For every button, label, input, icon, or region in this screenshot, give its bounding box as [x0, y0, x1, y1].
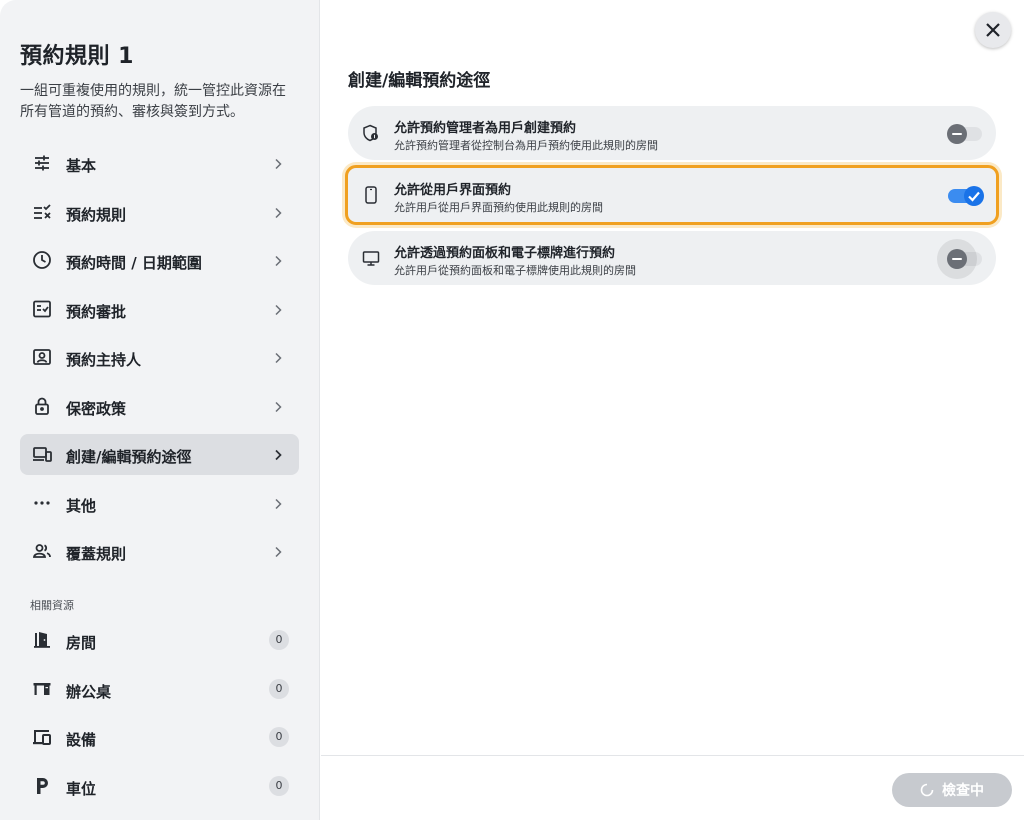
sidebar-item-label: 保密政策 [66, 399, 127, 418]
checklist-icon [32, 202, 52, 222]
count-badge: 0 [269, 630, 289, 650]
option-subtitle: 允許用戶從預約面板和電子標牌使用此規則的房間 [394, 264, 636, 277]
sidebar-item-privacy[interactable]: 保密政策 [20, 386, 299, 427]
sidebar-item-label: 覆蓋規則 [66, 545, 127, 563]
panel-signage-booking-toggle[interactable] [937, 239, 982, 279]
count-badge: 0 [269, 775, 289, 796]
rule-modal: 預約規則 1 一組可重複使用的規則，統一管控此資源在所有管道的預約、審核與簽到方… [0, 0, 1024, 820]
chevron-right-icon [271, 302, 285, 316]
chevron-right-icon [271, 399, 285, 413]
sidebar-item-booking-time[interactable]: 預約時間 / 日期範圍 [20, 240, 299, 281]
approval-icon [32, 299, 52, 319]
sidebar-item-label: 基本 [66, 157, 97, 175]
option-subtitle: 允許預約管理者從控制台為用戶預約使用此規則的房間 [394, 139, 658, 152]
sliders-icon [32, 153, 52, 173]
rule-title: 預約規則 1 [20, 44, 134, 69]
option-user-interface-booking: 允許從用戶界面預約 允許用戶從用戶界面預約使用此規則的房間 [345, 165, 999, 225]
toggle-knob [947, 249, 967, 269]
option-title: 允許透過預約面板和電子標牌進行預約 [394, 246, 616, 261]
checking-button[interactable]: 檢查中 [892, 773, 1012, 807]
resource-item-parking[interactable]: 車位 0 [20, 766, 299, 807]
resource-item-desks[interactable]: 辦公桌 0 [20, 669, 299, 710]
lock-icon [32, 396, 52, 416]
chevron-right-icon [271, 253, 285, 267]
sidebar-item-booking-channels[interactable]: 創建/編輯預約途徑 [20, 434, 299, 475]
main-panel: 創建/編輯預約途徑 允許預約管理者為用戶創建預約 允許預約管理者從控制台為用戶預… [321, 0, 1024, 820]
sidebar-item-booking-rules[interactable]: 預約規則 [20, 192, 299, 233]
option-subtitle: 允許用戶從用戶界面預約使用此規則的房間 [394, 201, 603, 214]
loading-spinner-icon [920, 783, 934, 797]
resource-item-label: 車位 [66, 779, 97, 798]
resource-item-equipment[interactable]: 設備 0 [20, 717, 299, 758]
resource-list: 房間 0 辦公桌 0 設備 0 車位 0 [20, 620, 299, 814]
option-title: 允許從用戶界面預約 [394, 183, 512, 198]
sidebar: 預約規則 1 一組可重複使用的規則，統一管控此資源在所有管道的預約、審核與簽到方… [0, 0, 320, 820]
count-badge: 0 [269, 727, 289, 747]
chevron-right-icon [271, 544, 285, 558]
chevron-right-icon [271, 156, 285, 170]
check-icon [968, 191, 980, 202]
user-interface-booking-toggle[interactable] [948, 186, 984, 206]
device-icon [32, 727, 52, 747]
sidebar-item-label: 預約時間 / 日期範圍 [66, 254, 202, 272]
page-title: 創建/編輯預約途徑 [348, 71, 491, 91]
close-button[interactable] [975, 12, 1011, 48]
close-icon [986, 23, 1000, 37]
related-resources-label: 相關資源 [30, 599, 74, 612]
sidebar-nav: 基本 預約規則 預約時間 / 日期範圍 預約審批 預約主持人 保密政策 創建/編… [20, 143, 299, 580]
option-admin-booking: 允許預約管理者為用戶創建預約 允許預約管理者從控制台為用戶預約使用此規則的房間 [348, 106, 996, 160]
admin-shield-icon [362, 124, 380, 142]
resource-item-rooms[interactable]: 房間 0 [20, 620, 299, 661]
phone-icon [362, 186, 380, 204]
admin-booking-toggle[interactable] [947, 124, 982, 144]
chevron-right-icon [271, 496, 285, 510]
resource-item-label: 設備 [66, 731, 97, 749]
footer-bar: 檢查中 [321, 755, 1024, 820]
checking-button-label: 檢查中 [942, 783, 984, 799]
sidebar-item-label: 預約主持人 [66, 351, 142, 369]
resource-item-label: 辦公桌 [66, 682, 112, 701]
sidebar-item-label: 預約審批 [66, 302, 127, 321]
sidebar-item-approval[interactable]: 預約審批 [20, 289, 299, 330]
door-icon [32, 630, 52, 650]
desk-icon [32, 679, 52, 699]
people-icon [32, 541, 52, 561]
sidebar-item-host[interactable]: 預約主持人 [20, 337, 299, 378]
sidebar-item-label: 其他 [66, 496, 97, 515]
option-panel-signage-booking: 允許透過預約面板和電子標牌進行預約 允許用戶從預約面板和電子標牌使用此規則的房間 [348, 231, 996, 285]
sidebar-item-override[interactable]: 覆蓋規則 [20, 531, 299, 572]
sidebar-item-label: 創建/編輯預約途徑 [66, 448, 192, 466]
devices-icon [32, 444, 52, 464]
sidebar-item-basic[interactable]: 基本 [20, 143, 299, 184]
resource-item-label: 房間 [66, 634, 97, 652]
more-icon [32, 493, 52, 513]
chevron-right-icon [271, 205, 285, 219]
rule-description: 一組可重複使用的規則，統一管控此資源在所有管道的預約、審核與簽到方式。 [20, 83, 286, 120]
clock-icon [32, 250, 52, 270]
chevron-right-icon [271, 350, 285, 364]
sidebar-item-label: 預約規則 [66, 205, 127, 224]
host-icon [32, 347, 52, 367]
parking-icon [32, 776, 52, 796]
chevron-right-icon [271, 447, 285, 461]
toggle-knob [964, 186, 984, 206]
count-badge: 0 [269, 678, 289, 699]
option-title: 允許預約管理者為用戶創建預約 [394, 121, 577, 136]
sidebar-item-other[interactable]: 其他 [20, 483, 299, 524]
toggle-knob [947, 124, 967, 144]
monitor-icon [362, 249, 380, 267]
